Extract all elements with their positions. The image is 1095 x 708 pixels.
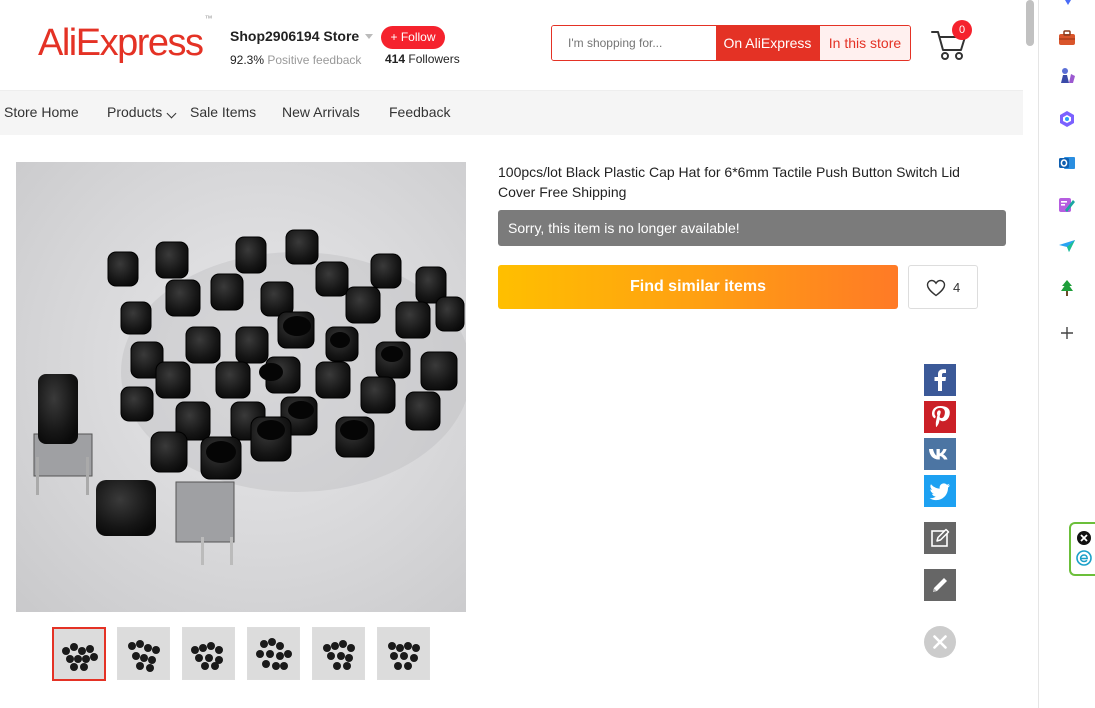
heart-icon	[926, 279, 946, 297]
twitter-icon[interactable]	[924, 475, 956, 507]
pinterest-icon[interactable]	[924, 401, 956, 433]
close-icon[interactable]	[924, 626, 956, 658]
vk-icon[interactable]	[924, 438, 956, 470]
wishlist-count: 4	[953, 280, 961, 295]
followers-count: 414	[385, 52, 406, 66]
outlook-icon[interactable]	[1057, 153, 1077, 173]
close-x-glyph	[933, 635, 947, 649]
wishlist-button[interactable]	[908, 265, 978, 309]
nav-store-home[interactable]: Store Home	[4, 104, 79, 120]
find-similar-button[interactable]: Find similar items	[498, 265, 898, 309]
store-feedback: 92.3% Positive feedback	[230, 53, 361, 67]
edit-icon[interactable]	[924, 522, 956, 554]
follow-button[interactable]: + Follow	[381, 26, 445, 49]
sidebar-partial-icon[interactable]	[1057, 0, 1077, 8]
briefcase-icon[interactable]	[1057, 28, 1077, 48]
thumbnail-3[interactable]	[182, 627, 235, 680]
thumbnail-4[interactable]	[247, 627, 300, 680]
store-dropdown-icon[interactable]	[365, 34, 373, 39]
pencil-icon[interactable]	[924, 569, 956, 601]
store-page: AliExpress™ Shop2906194 Store + Follow 9…	[0, 0, 1023, 708]
aliexpress-logo[interactable]: AliExpress™	[38, 14, 213, 65]
product-title: 100pcs/lot Black Plastic Cap Hat for 6*6…	[498, 164, 960, 200]
thumbnail-5[interactable]	[312, 627, 365, 680]
paper-plane-icon[interactable]	[1057, 236, 1077, 256]
copilot-icon[interactable]	[1057, 109, 1077, 129]
unavailable-text: Sorry, this item is no longer available!	[508, 220, 740, 236]
facebook-icon[interactable]	[924, 364, 956, 396]
thumbnail-1[interactable]	[52, 627, 106, 681]
store-followers: 414 Followers	[385, 52, 460, 66]
followers-label: Followers	[408, 52, 460, 66]
tree-icon[interactable]	[1057, 278, 1077, 298]
unavailable-notice: Sorry, this item is no longer available!	[498, 210, 1006, 246]
nav-new-arrivals[interactable]: New Arrivals	[282, 104, 360, 120]
feedback-label: Positive feedback	[267, 53, 362, 67]
search-aliexpress-button[interactable]: On AliExpress	[716, 26, 819, 60]
thumbnail-2[interactable]	[117, 627, 170, 680]
search-store-button[interactable]: In this store	[818, 26, 910, 60]
extension-badge[interactable]	[1069, 522, 1095, 576]
page-scrollbar[interactable]	[1026, 0, 1034, 46]
add-icon[interactable]	[1057, 323, 1077, 343]
search-input[interactable]	[552, 26, 716, 60]
cart-count-badge: 0	[952, 20, 972, 40]
extension-e-icon[interactable]	[1076, 550, 1092, 566]
feedback-percent: 92.3%	[230, 53, 265, 67]
designer-icon[interactable]	[1057, 195, 1077, 215]
thumbnail-6[interactable]	[377, 627, 430, 680]
close-extension-icon[interactable]	[1076, 530, 1092, 546]
chess-icon[interactable]	[1057, 66, 1077, 86]
product-main-image[interactable]	[16, 162, 466, 612]
search-bar: On AliExpress In this store	[551, 25, 911, 61]
nav-sale-items[interactable]: Sale Items	[190, 104, 256, 120]
product-photo	[33, 229, 466, 565]
sidebar-divider	[1038, 0, 1039, 708]
store-name[interactable]: Shop2906194 Store	[230, 28, 359, 44]
store-nav: Store Home Products Sale Items New Arriv…	[0, 90, 1023, 135]
nav-products[interactable]: Products	[107, 104, 162, 120]
nav-feedback[interactable]: Feedback	[389, 104, 450, 120]
